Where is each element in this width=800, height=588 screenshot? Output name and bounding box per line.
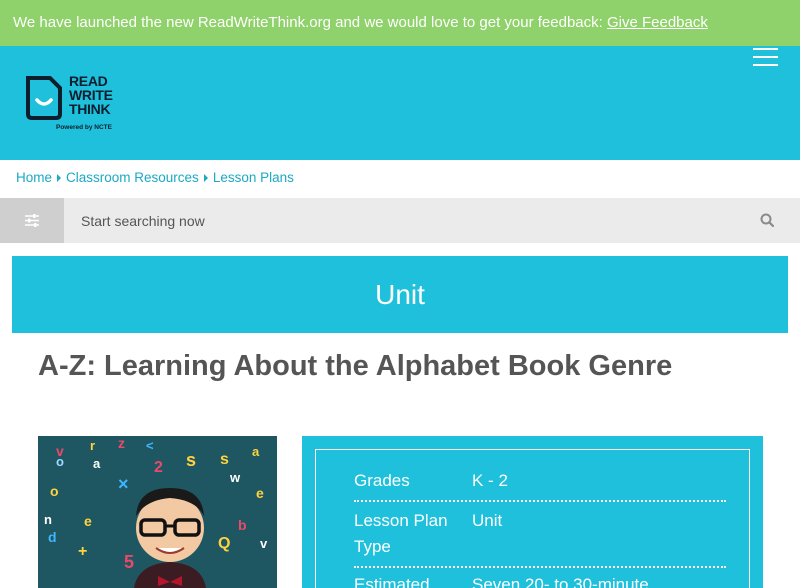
svg-text:z: z <box>118 436 125 451</box>
give-feedback-link[interactable]: Give Feedback <box>607 14 708 31</box>
hamburger-menu-icon[interactable] <box>753 48 778 68</box>
search-bar <box>0 198 800 243</box>
svg-text:b: b <box>238 517 247 533</box>
svg-text:+: + <box>78 543 87 560</box>
detail-value: Seven 20- to 30-minute <box>472 575 649 588</box>
svg-text:o: o <box>50 483 59 499</box>
lesson-details-box: Grades K - 2 Lesson Plan Type Unit Estim… <box>302 436 763 588</box>
svg-text:r: r <box>90 438 95 453</box>
logo-page-icon <box>26 76 62 120</box>
svg-text:a: a <box>93 456 101 471</box>
resource-type-banner: Unit <box>12 256 788 333</box>
detail-value: Unit <box>472 511 503 530</box>
svg-text:5: 5 <box>124 552 134 572</box>
sliders-icon <box>25 214 39 227</box>
search-icon[interactable] <box>758 211 778 231</box>
logo-powered-by: Powered by NCTE <box>56 124 112 131</box>
detail-value: K - 2 <box>472 471 508 490</box>
lesson-photo: v r z < s s a o a 2 w o × e n e b d Q v … <box>38 436 277 588</box>
detail-divider <box>354 566 726 568</box>
readwritethink-logo[interactable]: READ WRITE THINK Powered by NCTE <box>24 74 134 138</box>
svg-text:×: × <box>118 474 129 494</box>
detail-label: Lesson Plan Type <box>354 511 448 556</box>
svg-text:<: < <box>146 438 154 453</box>
breadcrumb-home[interactable]: Home <box>16 170 52 185</box>
detail-label: Grades <box>354 471 410 490</box>
svg-text:w: w <box>229 470 241 485</box>
logo-wordmark: READ WRITE THINK <box>69 73 113 117</box>
breadcrumb-caret-icon <box>203 173 208 182</box>
breadcrumb-lesson-plans[interactable]: Lesson Plans <box>213 170 294 185</box>
svg-text:Q: Q <box>218 535 230 552</box>
breadcrumb: Home Classroom Resources Lesson Plans <box>16 170 294 185</box>
svg-text:v: v <box>260 536 268 551</box>
svg-text:s: s <box>186 450 196 470</box>
svg-text:a: a <box>252 444 260 459</box>
detail-label: Estimated <box>354 575 430 588</box>
detail-divider <box>354 500 726 502</box>
filter-button[interactable] <box>0 198 64 243</box>
svg-text:e: e <box>256 485 264 501</box>
page-title: A-Z: Learning About the Alphabet Book Ge… <box>38 350 673 382</box>
svg-text:2: 2 <box>154 459 163 476</box>
breadcrumb-caret-icon <box>57 173 62 182</box>
lesson-details-frame: Grades K - 2 Lesson Plan Type Unit Estim… <box>315 449 750 588</box>
breadcrumb-classroom-resources[interactable]: Classroom Resources <box>66 170 199 185</box>
feedback-banner: We have launched the new ReadWriteThink.… <box>0 0 800 46</box>
feedback-message: We have launched the new ReadWriteThink.… <box>13 14 607 31</box>
site-header: READ WRITE THINK Powered by NCTE <box>0 46 800 160</box>
svg-text:n: n <box>44 512 52 527</box>
svg-text:d: d <box>48 529 57 545</box>
svg-text:o: o <box>56 454 64 469</box>
svg-text:s: s <box>220 451 229 468</box>
svg-text:e: e <box>84 513 92 529</box>
search-input[interactable] <box>64 198 744 243</box>
